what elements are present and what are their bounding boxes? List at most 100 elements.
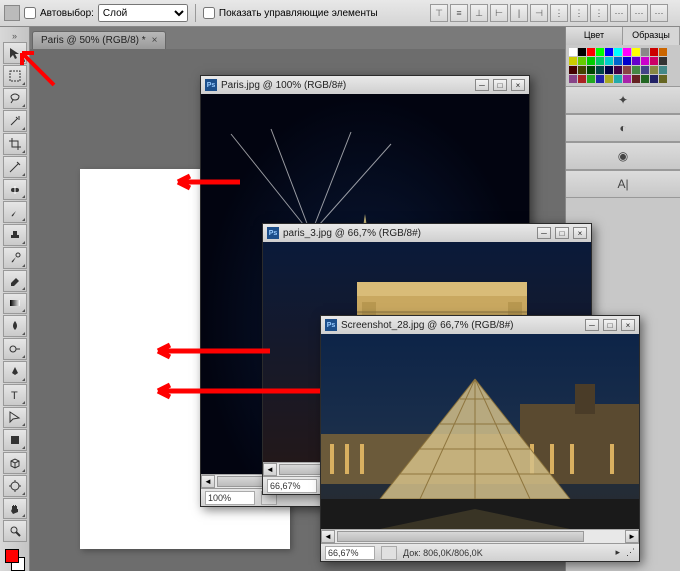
- distribute-icon[interactable]: ⋮: [590, 4, 608, 22]
- align-left-icon[interactable]: ⊢: [490, 4, 508, 22]
- scroll-left-icon[interactable]: ◄: [201, 475, 215, 488]
- swatch[interactable]: [632, 66, 640, 74]
- 3d-tool[interactable]: [3, 452, 27, 474]
- swatch[interactable]: [650, 66, 658, 74]
- titlebar[interactable]: Ps paris_3.jpg @ 66,7% (RGB/8#) ─ □ ×: [263, 224, 591, 242]
- swatch[interactable]: [605, 57, 613, 65]
- history-panel-icon[interactable]: ◉: [566, 142, 680, 170]
- swatch[interactable]: [605, 75, 613, 83]
- swatch[interactable]: [587, 75, 595, 83]
- swatch[interactable]: [569, 75, 577, 83]
- swatch[interactable]: [659, 48, 667, 56]
- scroll-right-icon[interactable]: ►: [625, 530, 639, 543]
- swatch[interactable]: [632, 48, 640, 56]
- 3d-camera-tool[interactable]: [3, 475, 27, 497]
- swatch[interactable]: [650, 75, 658, 83]
- swatch[interactable]: [587, 66, 595, 74]
- adjustments-panel-icon[interactable]: ◐: [566, 114, 680, 142]
- show-controls-checkbox[interactable]: [203, 7, 215, 19]
- close-icon[interactable]: ×: [511, 79, 525, 91]
- titlebar[interactable]: Ps Paris.jpg @ 100% (RGB/8#) ─ □ ×: [201, 76, 529, 94]
- swatch[interactable]: [569, 57, 577, 65]
- swatch[interactable]: [632, 57, 640, 65]
- swatch[interactable]: [578, 66, 586, 74]
- distribute-icon[interactable]: ⋮: [570, 4, 588, 22]
- swatch[interactable]: [596, 57, 604, 65]
- align-hcenter-icon[interactable]: |: [510, 4, 528, 22]
- autoselect-dropdown[interactable]: Слой: [98, 4, 188, 22]
- shape-tool[interactable]: [3, 429, 27, 451]
- autoselect-checkbox[interactable]: [24, 7, 36, 19]
- swatch[interactable]: [569, 66, 577, 74]
- zoom-value[interactable]: 66,67%: [267, 479, 317, 493]
- crop-tool[interactable]: [3, 133, 27, 155]
- pen-tool[interactable]: [3, 361, 27, 383]
- dodge-tool[interactable]: [3, 338, 27, 360]
- distribute-icon[interactable]: ⋯: [630, 4, 648, 22]
- maximize-icon[interactable]: □: [555, 227, 569, 239]
- swatch[interactable]: [587, 48, 595, 56]
- swatch[interactable]: [659, 66, 667, 74]
- swatch[interactable]: [623, 57, 631, 65]
- foreground-color-icon[interactable]: [5, 549, 19, 563]
- stamp-tool[interactable]: [3, 224, 27, 246]
- maximize-icon[interactable]: □: [603, 319, 617, 331]
- color-swap[interactable]: [3, 547, 27, 571]
- swatch[interactable]: [623, 66, 631, 74]
- swatch[interactable]: [659, 57, 667, 65]
- align-right-icon[interactable]: ⊣: [530, 4, 548, 22]
- scroll-left-icon[interactable]: ◄: [263, 463, 277, 476]
- statusbar-button[interactable]: [381, 546, 397, 560]
- swatch[interactable]: [587, 57, 595, 65]
- swatch[interactable]: [614, 66, 622, 74]
- swatch[interactable]: [578, 57, 586, 65]
- minimize-icon[interactable]: ─: [537, 227, 551, 239]
- resize-grip-icon[interactable]: ⋰: [626, 547, 635, 558]
- wand-tool[interactable]: [3, 110, 27, 132]
- swatch[interactable]: [632, 75, 640, 83]
- close-icon[interactable]: ×: [621, 319, 635, 331]
- swatch[interactable]: [641, 48, 649, 56]
- lasso-tool[interactable]: [3, 88, 27, 110]
- swatch[interactable]: [578, 48, 586, 56]
- tab-swatches[interactable]: Образцы: [623, 27, 680, 45]
- eraser-tool[interactable]: [3, 270, 27, 292]
- path-tool[interactable]: [3, 407, 27, 429]
- swatch[interactable]: [605, 48, 613, 56]
- titlebar[interactable]: Ps Screenshot_28.jpg @ 66,7% (RGB/8#) ─ …: [321, 316, 639, 334]
- swatch[interactable]: [650, 48, 658, 56]
- image-content[interactable]: [321, 334, 639, 529]
- zoom-value[interactable]: 66,67%: [325, 546, 375, 560]
- align-bottom-icon[interactable]: ⊥: [470, 4, 488, 22]
- swatch[interactable]: [596, 66, 604, 74]
- zoom-tool[interactable]: [3, 520, 27, 542]
- brush-tool[interactable]: [3, 201, 27, 223]
- swatch[interactable]: [641, 66, 649, 74]
- history-brush-tool[interactable]: [3, 247, 27, 269]
- align-vcenter-icon[interactable]: ≡: [450, 4, 468, 22]
- blur-tool[interactable]: [3, 315, 27, 337]
- swatch[interactable]: [596, 48, 604, 56]
- swatch[interactable]: [614, 48, 622, 56]
- tab-color[interactable]: Цвет: [566, 27, 623, 45]
- gradient-tool[interactable]: [3, 293, 27, 315]
- image-window-screenshot28[interactable]: Ps Screenshot_28.jpg @ 66,7% (RGB/8#) ─ …: [320, 315, 640, 562]
- character-panel-icon[interactable]: A|: [566, 170, 680, 198]
- maximize-icon[interactable]: □: [493, 79, 507, 91]
- healing-tool[interactable]: [3, 179, 27, 201]
- swatch[interactable]: [641, 75, 649, 83]
- close-icon[interactable]: ×: [152, 35, 158, 46]
- scroll-left-icon[interactable]: ◄: [321, 530, 335, 543]
- distribute-icon[interactable]: ⋯: [610, 4, 628, 22]
- panel-expand-icon[interactable]: »: [4, 31, 26, 41]
- hand-tool[interactable]: [3, 498, 27, 520]
- swatch[interactable]: [623, 48, 631, 56]
- swatch[interactable]: [614, 57, 622, 65]
- swatch[interactable]: [623, 75, 631, 83]
- close-icon[interactable]: ×: [573, 227, 587, 239]
- eyedropper-tool[interactable]: [3, 156, 27, 178]
- type-tool[interactable]: T: [3, 384, 27, 406]
- swatch[interactable]: [578, 75, 586, 83]
- distribute-icon[interactable]: ⋮: [550, 4, 568, 22]
- zoom-value[interactable]: 100%: [205, 491, 255, 505]
